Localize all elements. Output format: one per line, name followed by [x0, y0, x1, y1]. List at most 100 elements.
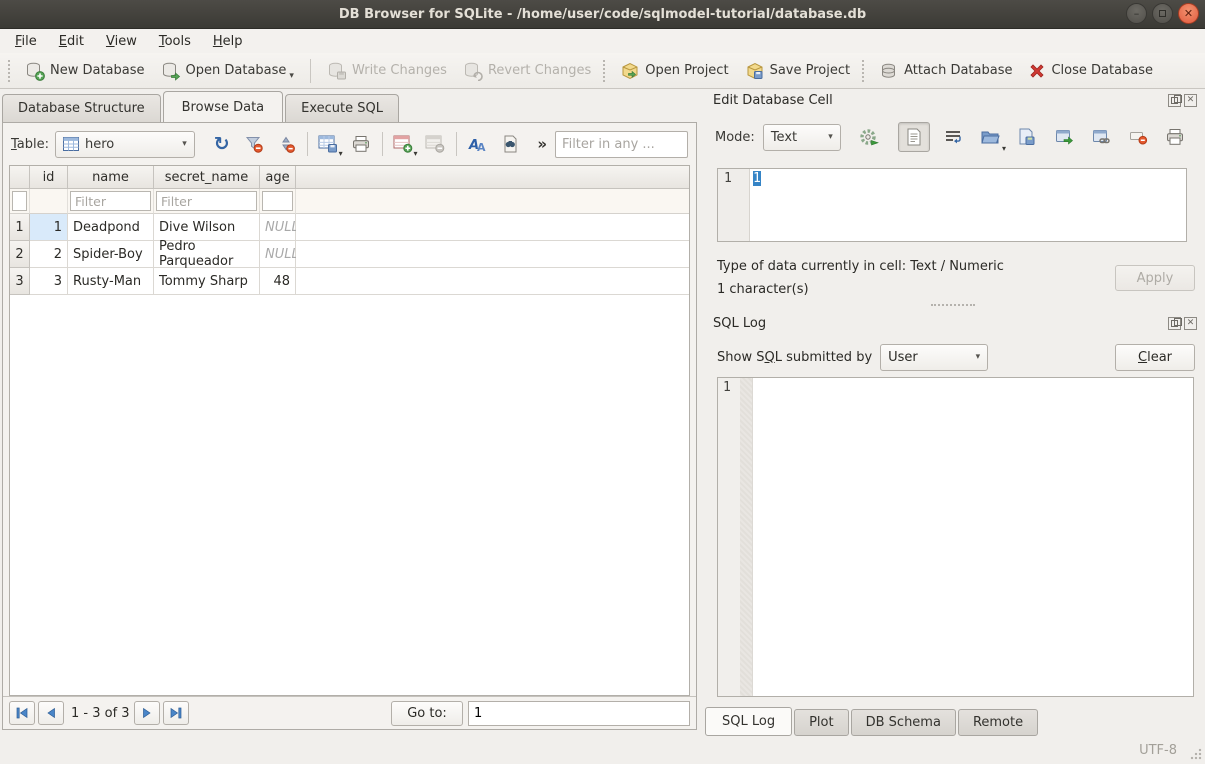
- mode-select-value: Text: [771, 130, 797, 145]
- cell-value-editor[interactable]: 1 1: [717, 168, 1187, 242]
- close-database-button[interactable]: Close Database: [1020, 57, 1161, 85]
- row-number[interactable]: 2: [10, 241, 30, 268]
- table-select[interactable]: hero ▾: [55, 131, 195, 158]
- dock-splitter-handle[interactable]: [931, 304, 975, 306]
- filter-any-input[interactable]: [555, 131, 688, 158]
- filter-input-age[interactable]: [262, 191, 293, 211]
- next-page-button[interactable]: [134, 701, 160, 725]
- filter-input-id[interactable]: [12, 191, 27, 211]
- float-dock-button[interactable]: [1168, 94, 1181, 107]
- cell-secret-name[interactable]: Tommy Sharp: [154, 268, 260, 295]
- clear-filters-button[interactable]: [241, 131, 267, 157]
- column-header-age[interactable]: age: [260, 166, 296, 189]
- open-database-button[interactable]: Open Database ▾: [153, 56, 302, 86]
- set-null-button[interactable]: [1124, 124, 1152, 151]
- delete-record-button[interactable]: [422, 131, 448, 157]
- text-mode-button[interactable]: [898, 122, 930, 152]
- cell-name[interactable]: Deadpond: [68, 214, 154, 241]
- row-number[interactable]: 3: [10, 268, 30, 295]
- menu-help[interactable]: Help: [202, 31, 254, 52]
- goto-button[interactable]: Go to:: [391, 701, 463, 726]
- cell-age[interactable]: 48: [260, 268, 296, 295]
- tab-plot[interactable]: Plot: [794, 709, 849, 736]
- open-database-caret-icon[interactable]: ▾: [289, 71, 294, 81]
- sql-source-select[interactable]: User ▾: [880, 344, 988, 371]
- last-page-button[interactable]: [163, 701, 189, 725]
- insert-record-caret-icon: ▾: [413, 149, 417, 158]
- sql-log-editor[interactable]: 1: [717, 377, 1194, 697]
- new-database-button[interactable]: New Database: [17, 56, 153, 86]
- find-record-button[interactable]: [497, 131, 523, 157]
- tab-browse-data[interactable]: Browse Data: [163, 91, 284, 122]
- import-cell-data-button[interactable]: ▾: [976, 124, 1004, 151]
- menu-edit[interactable]: Edit: [48, 31, 95, 52]
- refresh-button[interactable]: ↻: [209, 131, 235, 157]
- cell-age[interactable]: NULL: [260, 241, 296, 268]
- toolbar-drag-handle[interactable]: [862, 60, 867, 82]
- toolbar-drag-handle[interactable]: [8, 60, 13, 82]
- menu-view[interactable]: View: [95, 31, 148, 52]
- cell-id[interactable]: 1: [30, 214, 68, 241]
- close-dock-button[interactable]: ✕: [1184, 317, 1197, 330]
- cell-age[interactable]: NULL: [260, 214, 296, 241]
- titlebar[interactable]: DB Browser for SQLite - /home/user/code/…: [0, 0, 1205, 29]
- auto-switch-mode-button[interactable]: [855, 124, 883, 151]
- column-header-id[interactable]: id: [30, 166, 68, 189]
- goto-input[interactable]: [468, 701, 690, 726]
- tab-sql-log[interactable]: SQL Log: [705, 707, 792, 736]
- close-dock-button[interactable]: ✕: [1184, 94, 1197, 107]
- filter-input-secret-name[interactable]: [156, 191, 257, 211]
- set-null-icon: [1129, 129, 1148, 146]
- insert-record-button[interactable]: ▾: [391, 131, 417, 157]
- attach-database-button[interactable]: Attach Database: [871, 56, 1020, 86]
- export-table-button[interactable]: ▾: [316, 131, 342, 157]
- column-header-name[interactable]: name: [68, 166, 154, 189]
- filter-input-name[interactable]: [70, 191, 151, 211]
- cell-name[interactable]: Rusty-Man: [68, 268, 154, 295]
- export-window-icon: [1055, 129, 1074, 146]
- open-in-external-button[interactable]: [1050, 124, 1078, 151]
- open-project-button[interactable]: Open Project: [612, 56, 736, 86]
- export-cell-data-button[interactable]: [1013, 124, 1041, 151]
- mode-select[interactable]: Text ▾: [763, 124, 841, 151]
- main-tab-bar: Database Structure Browse Data Execute S…: [2, 91, 399, 122]
- close-button[interactable]: ✕: [1178, 3, 1199, 24]
- save-project-button[interactable]: Save Project: [737, 56, 859, 86]
- tab-db-schema[interactable]: DB Schema: [851, 709, 956, 736]
- printer-icon: [351, 134, 371, 154]
- cell-name[interactable]: Spider-Boy: [68, 241, 154, 268]
- resize-grip[interactable]: [1190, 748, 1202, 760]
- open-project-icon: [620, 61, 640, 81]
- revert-changes-button[interactable]: Revert Changes: [455, 56, 599, 86]
- float-dock-button[interactable]: [1168, 317, 1181, 330]
- table-select-caret-icon: ▾: [182, 139, 187, 149]
- menu-file[interactable]: File: [4, 31, 48, 52]
- maximize-button[interactable]: [1152, 3, 1173, 24]
- toolbar-overflow-icon[interactable]: »: [537, 135, 547, 153]
- tab-database-structure[interactable]: Database Structure: [2, 94, 161, 122]
- tab-execute-sql[interactable]: Execute SQL: [285, 94, 399, 122]
- print-cell-button[interactable]: [1161, 124, 1189, 151]
- font-button[interactable]: AA: [465, 131, 491, 157]
- word-wrap-button[interactable]: [939, 124, 967, 151]
- clear-log-button[interactable]: Clear: [1115, 344, 1195, 371]
- print-table-button[interactable]: [348, 131, 374, 157]
- write-changes-button[interactable]: Write Changes: [319, 56, 455, 86]
- clear-sort-button[interactable]: [273, 131, 299, 157]
- column-header-secret-name[interactable]: secret_name: [154, 166, 260, 189]
- menu-tools[interactable]: Tools: [148, 31, 202, 52]
- cell-id[interactable]: 3: [30, 268, 68, 295]
- link-icon: [1092, 129, 1111, 146]
- cell-id[interactable]: 2: [30, 241, 68, 268]
- export-table-icon: [318, 134, 339, 154]
- prev-page-button[interactable]: [38, 701, 64, 725]
- apply-button[interactable]: Apply: [1115, 265, 1195, 291]
- tab-remote[interactable]: Remote: [958, 709, 1038, 736]
- cell-secret-name[interactable]: Pedro Parqueador: [154, 241, 260, 268]
- row-number[interactable]: 1: [10, 214, 30, 241]
- copy-link-button[interactable]: [1087, 124, 1115, 151]
- cell-secret-name[interactable]: Dive Wilson: [154, 214, 260, 241]
- toolbar-drag-handle[interactable]: [603, 60, 608, 82]
- first-page-button[interactable]: [9, 701, 35, 725]
- minimize-button[interactable]: –: [1126, 3, 1147, 24]
